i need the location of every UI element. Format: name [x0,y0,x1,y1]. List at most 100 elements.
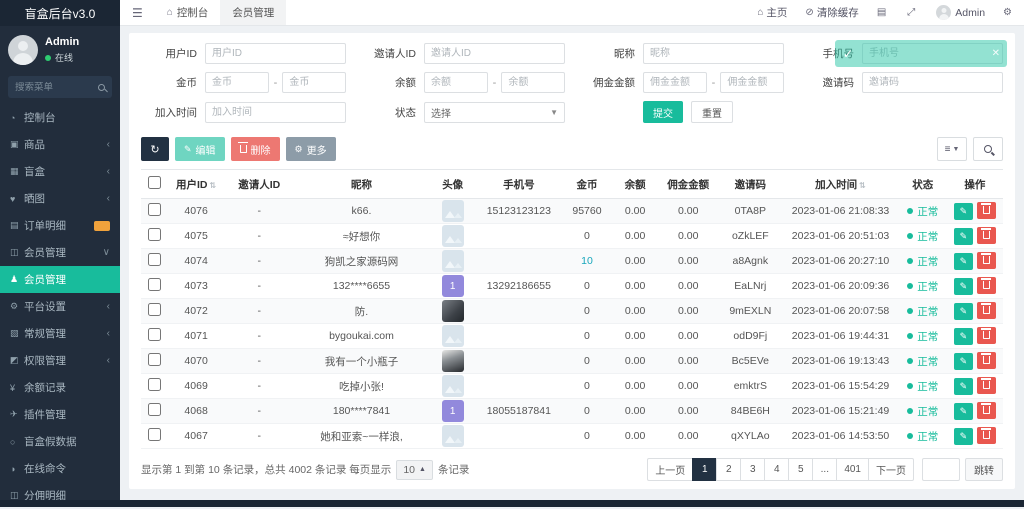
page-button-5[interactable]: 5 [788,458,812,481]
user-id-input[interactable] [205,43,346,64]
submit-button[interactable]: 提交 [643,101,683,123]
page-button-2[interactable]: 2 [716,458,740,481]
row-delete-button[interactable] [977,202,996,219]
page-button-3[interactable]: 3 [740,458,764,481]
sidebar-item-members-parent[interactable]: ◫会员管理∨ [0,239,120,266]
page-size-select[interactable]: 10▲ [396,460,433,480]
row-checkbox[interactable] [148,203,161,216]
sidebar-item-photos[interactable]: ♥晒图‹ [0,185,120,212]
commission-min-input[interactable] [643,72,707,93]
pencil-icon: ✎ [960,406,968,417]
orders-icon: ▤ [10,220,24,231]
next-page-button[interactable]: 下一页 [868,458,914,481]
sidebar-item-blindbox[interactable]: ▦盲盒‹ [0,158,120,185]
blindbox-icon: ▦ [10,166,24,177]
main-content: 用户ID 邀请人ID 昵称 手机号 金币 - 余额 - 佣金金额 - 邀请码 加… [120,26,1024,500]
edit-button[interactable]: ✎编辑 [175,137,225,161]
row-delete-button[interactable] [977,377,996,394]
sidebar-item-balance-log[interactable]: ¥余额记录 [0,374,120,401]
row-edit-button[interactable]: ✎ [954,428,973,445]
prev-page-button[interactable]: 上一页 [647,458,692,481]
user-name: Admin [45,36,79,48]
row-delete-button[interactable] [977,252,996,269]
invite-code-input[interactable] [862,72,1003,93]
inviter-id-input[interactable] [424,43,565,64]
row-checkbox[interactable] [148,278,161,291]
row-checkbox[interactable] [148,428,161,441]
join-time-input[interactable] [205,102,346,123]
app-logo: 盲盒后台v3.0 [0,0,120,26]
tab-dashboard[interactable]: ⌂控制台 [155,0,221,25]
row-edit-button[interactable]: ✎ [954,303,973,320]
fullscreen-button[interactable]: ⤢ [898,0,927,25]
settings-button[interactable]: ⚙ [994,0,1024,25]
row-edit-button[interactable]: ✎ [954,403,973,420]
hamburger-icon[interactable]: ☰ [120,6,155,20]
row-delete-button[interactable] [977,327,996,344]
row-delete-button[interactable] [977,402,996,419]
tab-members[interactable]: 会员管理 [220,0,286,25]
row-checkbox[interactable] [148,403,161,416]
sidebar-search-input[interactable] [15,82,98,93]
page-button-4[interactable]: 4 [764,458,788,481]
docs-icon: ▤ [877,7,886,18]
user-menu[interactable]: Admin [927,0,994,25]
delete-button[interactable]: 删除 [231,137,280,161]
row-checkbox[interactable] [148,378,161,391]
balance-min-input[interactable] [424,72,488,93]
row-edit-button[interactable]: ✎ [954,378,973,395]
jump-page-input[interactable] [922,458,960,481]
sidebar-item-products[interactable]: ▣商品‹ [0,131,120,158]
select-all-checkbox[interactable] [148,176,161,189]
sidebar-item-general[interactable]: ▧常规管理‹ [0,320,120,347]
row-checkbox[interactable] [148,303,161,316]
more-button[interactable]: ⚙更多 [286,137,336,161]
row-edit-button[interactable]: ✎ [954,253,973,270]
refresh-button[interactable]: ↻ [141,137,169,161]
clear-cache-link[interactable]: ⊘清除缓存 [796,0,867,25]
page-button-1[interactable]: 1 [692,458,716,481]
col-join-time[interactable]: 加入时间⇅ [782,170,898,199]
gold-min-input[interactable] [205,72,269,93]
row-delete-button[interactable] [977,302,996,319]
sidebar-item-orders[interactable]: ▤订单明细 [0,212,120,239]
row-checkbox[interactable] [148,228,161,241]
row-edit-button[interactable]: ✎ [954,203,973,220]
table-toolbar: ↻ ✎编辑 删除 ⚙更多 ≡▼ [141,137,1003,161]
row-delete-button[interactable] [977,427,996,444]
sidebar-item-members[interactable]: ♟会员管理 [0,266,120,293]
close-icon[interactable]: ✕ [992,48,1000,59]
sidebar-search[interactable] [8,76,112,98]
page-button-401[interactable]: 401 [836,458,868,481]
row-delete-button[interactable] [977,352,996,369]
sidebar-item-permissions[interactable]: ◩权限管理‹ [0,347,120,374]
search-toggle-button[interactable] [973,137,1003,161]
status-badge: 正常 [907,379,938,394]
sidebar-item-fake-data[interactable]: ○盲盒假数据 [0,428,120,455]
status-select[interactable]: 选择▼ [424,102,565,123]
row-checkbox[interactable] [148,353,161,366]
sidebar-item-dashboard[interactable]: ◔控制台 [0,104,120,131]
nickname-input[interactable] [643,43,784,64]
jump-button[interactable]: 跳转 [965,458,1003,481]
row-delete-button[interactable] [977,277,996,294]
col-user-id[interactable]: 用户ID⇅ [167,170,225,199]
sidebar-item-online-commands[interactable]: ◑在线命令 [0,455,120,482]
pencil-icon: ✎ [960,331,968,342]
row-edit-button[interactable]: ✎ [954,278,973,295]
columns-dropdown-button[interactable]: ≡▼ [937,137,967,161]
balance-max-input[interactable] [501,72,565,93]
row-edit-button[interactable]: ✎ [954,353,973,370]
row-delete-button[interactable] [977,227,996,244]
sidebar-item-platform-settings[interactable]: ⚙平台设置‹ [0,293,120,320]
row-checkbox[interactable] [148,253,161,266]
row-edit-button[interactable]: ✎ [954,228,973,245]
reset-button[interactable]: 重置 [691,101,733,123]
row-checkbox[interactable] [148,328,161,341]
home-link[interactable]: ⌂主页 [748,0,796,25]
docs-button[interactable]: ▤ [868,0,898,25]
gold-max-input[interactable] [282,72,346,93]
commission-max-input[interactable] [720,72,784,93]
row-edit-button[interactable]: ✎ [954,328,973,345]
sidebar-item-plugins[interactable]: ✈插件管理 [0,401,120,428]
